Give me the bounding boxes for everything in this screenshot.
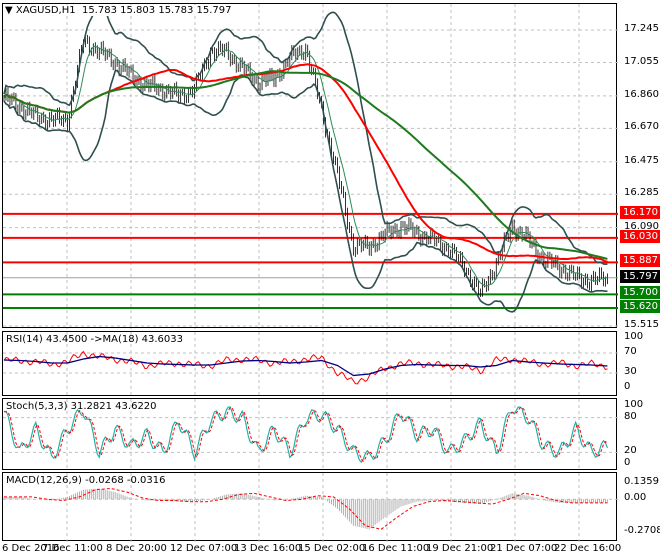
stoch-k-line — [3, 406, 609, 464]
time-axis-label: 21 Dec 07:00 — [490, 543, 558, 554]
level-tag-red: 16.030 — [620, 229, 660, 243]
time-axis-label: 22 Dec 16:00 — [554, 543, 622, 554]
stoch-axis-label: 80 — [624, 410, 637, 422]
price-axis-label: 16.860 — [624, 88, 659, 100]
ma-100-green — [3, 70, 608, 260]
rsi-axis-label: 70 — [624, 346, 637, 357]
time-axis-label: 16 Dec 11:00 — [362, 543, 430, 554]
price-axis-label: 16.670 — [624, 121, 659, 133]
chart-window: ▼ XAGUSD,H1 15.783 15.803 15.783 15.797 … — [0, 0, 660, 560]
low-value: 15.783 — [158, 5, 194, 16]
time-axis-label: 12 Dec 07:00 — [170, 543, 238, 554]
level-tag-green: 15.700 — [620, 286, 660, 300]
stoch-d-line — [3, 406, 608, 463]
time-axis-label: 19 Dec 21:00 — [426, 543, 494, 554]
level-tag-red: 15.887 — [620, 254, 660, 268]
chart-header: ▼ XAGUSD,H1 15.783 15.803 15.783 15.797 — [5, 5, 232, 16]
time-axis-label: 13 Dec 16:00 — [234, 543, 302, 554]
price-axis-label: 16.285 — [624, 187, 659, 199]
price-axis-label: 17.055 — [624, 55, 659, 67]
current-price-tag: 15.797 — [620, 269, 660, 283]
time-axis-label: 7 Dec 11:00 — [42, 543, 103, 554]
price-axis-label: 17.245 — [624, 23, 659, 34]
macd-axis-label: 0.00 — [624, 492, 647, 504]
stoch-axis-label: 100 — [624, 399, 644, 410]
rsi-axis-label: 100 — [624, 331, 644, 342]
time-axis-label: 15 Dec 02:00 — [298, 543, 366, 554]
rsi-label: RSI(14) 43.4500 ->MA(18) 43.6033 — [6, 334, 183, 345]
stoch-axis-label: 20 — [624, 445, 637, 457]
macd-signal-line — [4, 488, 608, 530]
level-tag-red: 16.170 — [620, 205, 660, 219]
ma-fast — [3, 45, 608, 287]
time-axis-label: 8 Dec 20:00 — [106, 543, 167, 554]
level-tag-green: 15.620 — [620, 300, 660, 314]
macd-axis-label: -0.2708 — [624, 524, 660, 536]
stoch-axis-label: 0 — [624, 457, 631, 468]
price-axis-label: 16.475 — [624, 154, 659, 166]
price-chart — [3, 4, 618, 329]
dropdown-triangle-icon[interactable]: ▼ — [5, 5, 13, 16]
high-value: 15.803 — [120, 5, 156, 16]
symbol-label: XAGUSD,H1 — [15, 5, 76, 16]
macd-axis-label: 0.1359 — [624, 476, 659, 487]
rsi-axis-label: 30 — [624, 366, 637, 377]
stochastic-label: Stoch(5,3,3) 31.2821 43.6220 — [6, 401, 157, 412]
rsi-line — [3, 350, 608, 385]
open-value: 15.783 — [81, 5, 117, 16]
macd-label: MACD(12,26,9) -0.0268 -0.0316 — [6, 475, 166, 486]
ma-50-red — [3, 63, 608, 263]
rsi-axis-label: 0 — [624, 381, 631, 392]
price-pane[interactable] — [2, 3, 618, 329]
bollinger-lower — [3, 69, 608, 313]
price-axis-label: 15.515 — [624, 319, 659, 330]
close-value: 15.797 — [196, 5, 232, 16]
